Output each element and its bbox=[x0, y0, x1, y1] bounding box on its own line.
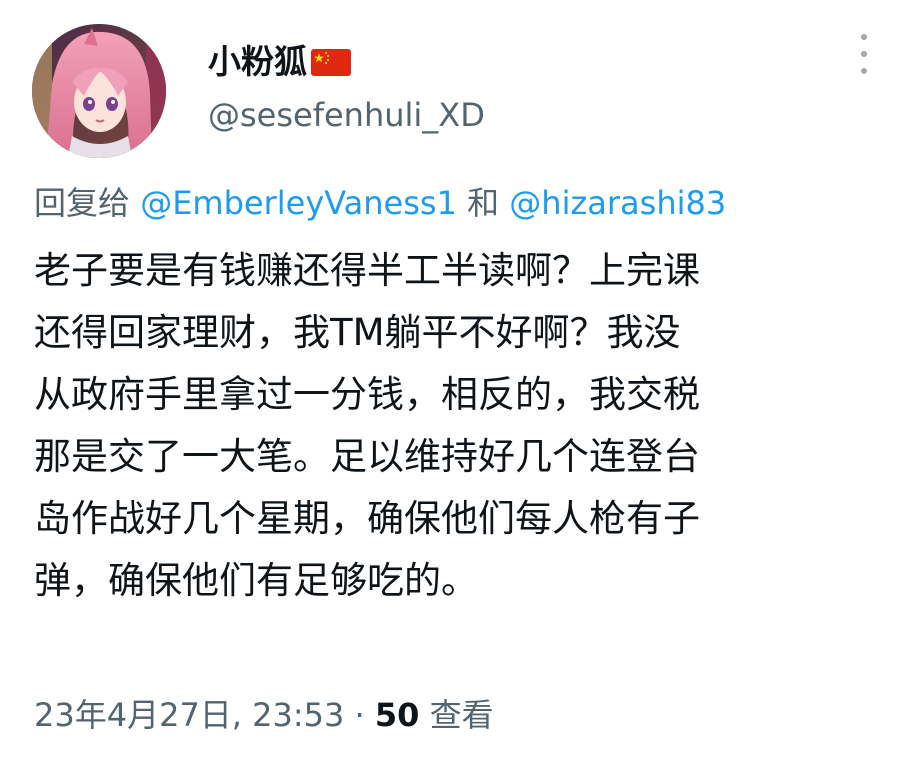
reply-prefix: 回复给 bbox=[34, 184, 131, 222]
more-dot bbox=[861, 51, 867, 57]
tweet-text-line: 还得回家理财，我TM躺平不好啊？我没 bbox=[34, 311, 681, 354]
author-names: 小粉狐 @sesefenhuli_XD bbox=[208, 40, 485, 136]
tweet-meta: 23年4月27日, 23:53 · 50 查看 bbox=[34, 692, 494, 738]
reply-joiner: 和 bbox=[467, 184, 500, 222]
meta-separator: · bbox=[354, 696, 365, 734]
tweet-text-line: 岛作战好几个星期，确保他们每人枪有子 bbox=[34, 497, 700, 540]
avatar-image bbox=[32, 24, 166, 158]
display-name[interactable]: 小粉狐 bbox=[208, 40, 307, 84]
mention-link-1[interactable]: @EmberleyVaness1 bbox=[140, 184, 457, 222]
views-label: 查看 bbox=[429, 696, 494, 734]
china-flag-icon bbox=[311, 48, 351, 76]
more-dot bbox=[861, 34, 867, 40]
user-handle[interactable]: @sesefenhuli_XD bbox=[208, 94, 485, 136]
tweet-text-line: 从政府手里拿过一分钱，相反的，我交税 bbox=[34, 373, 700, 416]
reply-context: 回复给 @EmberleyVaness1 和 @hizarashi83 bbox=[34, 180, 726, 226]
tweet-header: 小粉狐 @sesefenhuli_XD bbox=[28, 22, 888, 158]
display-name-row[interactable]: 小粉狐 bbox=[208, 40, 485, 84]
timestamp[interactable]: 23年4月27日, 23:53 bbox=[34, 696, 344, 734]
more-dot bbox=[861, 68, 867, 74]
views-count[interactable]: 50 bbox=[375, 696, 420, 734]
tweet-text-line: 老子要是有钱赚还得半工半读啊？上完课 bbox=[34, 249, 700, 292]
mention-link-2[interactable]: @hizarashi83 bbox=[509, 184, 726, 222]
tweet-text-line: 那是交了一大笔。足以维持好几个连登台 bbox=[34, 435, 700, 478]
more-options-icon[interactable] bbox=[850, 34, 878, 74]
tweet-text: 老子要是有钱赚还得半工半读啊？上完课 还得回家理财，我TM躺平不好啊？我没 从政… bbox=[34, 240, 864, 612]
tweet-text-line: 弹，确保他们有足够吃的。 bbox=[34, 559, 478, 602]
avatar[interactable] bbox=[32, 24, 166, 158]
